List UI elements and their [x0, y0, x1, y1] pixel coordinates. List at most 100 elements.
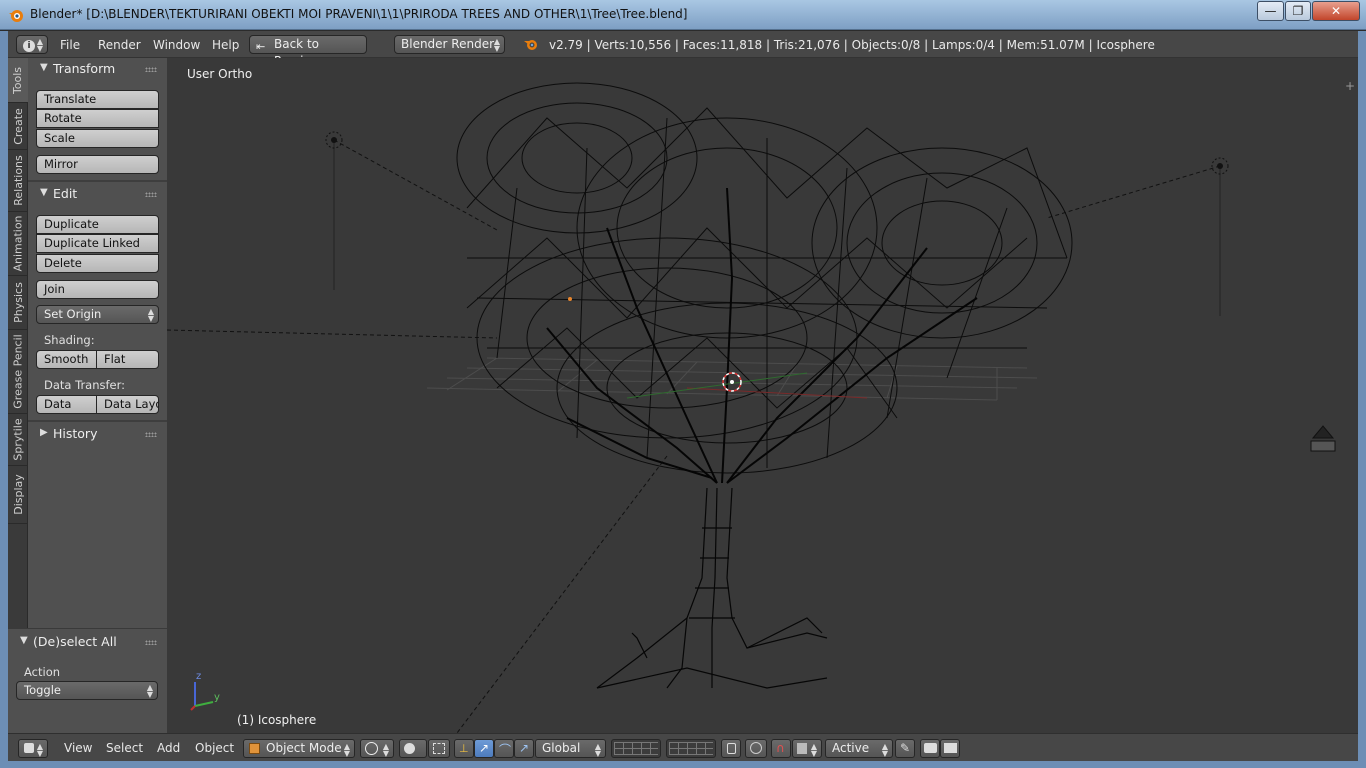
orientation-value: Global	[542, 741, 581, 755]
camera-icon[interactable]	[1310, 425, 1336, 452]
maximize-button[interactable]: ❐	[1285, 1, 1311, 21]
drag-grip-icon[interactable]	[145, 432, 157, 437]
minimize-button[interactable]: —	[1257, 1, 1284, 21]
expand-arrow-icon: ▶	[40, 427, 48, 438]
object-mode-icon	[249, 743, 260, 754]
menu-object[interactable]: Object	[195, 741, 234, 755]
operator-panel-header[interactable]: ▼ (De)select All	[8, 631, 167, 653]
edit-panel-header[interactable]: ▼ Edit	[28, 183, 167, 205]
pivot-point-select[interactable]	[399, 739, 427, 758]
3d-viewport[interactable]: + User Ortho (1) Icosphere z y	[167, 58, 1358, 733]
render-animation-button[interactable]	[940, 739, 960, 758]
tab-create[interactable]: Create	[8, 103, 28, 150]
editor-type-button[interactable]: i ▲ ▼	[16, 35, 48, 54]
tab-grease-pencil[interactable]: Grease Pencil	[8, 330, 28, 414]
menu-view[interactable]: View	[64, 741, 92, 755]
blender-logo-icon	[9, 10, 23, 22]
tab-sprytile[interactable]: Sprytile	[8, 414, 28, 466]
close-button[interactable]: ✕	[1312, 1, 1360, 21]
3d-cursor-icon[interactable]	[722, 372, 742, 392]
arrow-icon: ↗	[519, 741, 530, 755]
object-origin-dot	[568, 297, 572, 301]
proportional-icon	[750, 742, 762, 754]
menu-select[interactable]: Select	[106, 741, 143, 755]
chevron-updown-icon: ▲ ▼	[36, 37, 43, 53]
tree-canopy-wireframe	[456, 82, 1073, 474]
smooth-button[interactable]: Smooth	[36, 350, 97, 369]
scale-button[interactable]: Scale	[36, 129, 159, 148]
collapse-arrow-icon: ▼	[40, 187, 48, 198]
tab-animation[interactable]: Animation	[8, 212, 28, 276]
drag-grip-icon[interactable]	[145, 192, 157, 197]
tab-display[interactable]: Display	[8, 466, 28, 524]
view-name-label: User Ortho	[187, 67, 253, 81]
tab-tools[interactable]: Tools	[8, 58, 28, 103]
lock-layers-toggle[interactable]	[721, 739, 741, 758]
chevron-updown-icon: ▲ ▼	[881, 742, 888, 758]
manipulator-toggle[interactable]	[428, 739, 450, 758]
layers-group-1[interactable]	[611, 739, 661, 758]
transform-orientation-select[interactable]: Global ▲ ▼	[535, 739, 606, 758]
render-engine-value: Blender Render	[401, 37, 495, 51]
chevron-updown-icon: ▲ ▼	[147, 307, 154, 323]
editor-type-button[interactable]: ▲ ▼	[18, 739, 48, 758]
tab-relations[interactable]: Relations	[8, 150, 28, 212]
proportional-edit-toggle[interactable]	[745, 739, 767, 758]
menu-add[interactable]: Add	[157, 741, 180, 755]
data-layout-button[interactable]: Data Layo	[96, 395, 159, 414]
mirror-button[interactable]: Mirror	[36, 155, 159, 174]
info-icon: i	[23, 40, 35, 52]
arc-icon: ⌒	[499, 743, 512, 757]
snap-target-select[interactable]: Active ▲ ▼	[825, 739, 893, 758]
duplicate-button[interactable]: Duplicate	[36, 215, 159, 234]
data-transfer-button[interactable]: Data	[36, 395, 97, 414]
history-panel-header[interactable]: ▶ History	[28, 423, 167, 445]
x-axis-line	[686, 387, 868, 399]
rotate-manipulator-toggle[interactable]: ↗	[474, 739, 494, 758]
delete-button[interactable]: Delete	[36, 254, 159, 273]
menu-help[interactable]: Help	[212, 38, 239, 52]
magnet-icon: ∩	[776, 741, 785, 755]
action-dropdown[interactable]: Toggle ▲ ▼	[16, 681, 158, 700]
set-origin-dropdown[interactable]: Set Origin ▲ ▼	[36, 305, 159, 324]
collapse-arrow-icon: ▼	[40, 62, 48, 73]
translate-manipulator-toggle[interactable]: ⊥	[454, 739, 474, 758]
collapse-arrow-icon: ▼	[20, 635, 28, 646]
flat-button[interactable]: Flat	[96, 350, 159, 369]
chevron-updown-icon: ▲ ▼	[382, 742, 389, 758]
mode-select[interactable]: Object Mode ▲ ▼	[243, 739, 355, 758]
tab-sprytile-label: Sprytile	[11, 418, 25, 461]
add-region-icon[interactable]: +	[1345, 79, 1355, 93]
tab-physics[interactable]: Physics	[8, 276, 28, 330]
layers-group-2[interactable]	[666, 739, 716, 758]
3d-view-header: ▲ ▼ View Select Add Object Object Mode ▲ ▼…	[8, 733, 1358, 761]
render-engine-select[interactable]: Blender Render ▲ ▼	[394, 35, 505, 54]
axis-gizmo	[190, 682, 214, 711]
duplicate-linked-button[interactable]: Duplicate Linked	[36, 234, 159, 253]
snap-toggle[interactable]: ∩	[771, 739, 791, 758]
viewport-shading-select[interactable]: ▲ ▼	[360, 739, 394, 758]
join-button[interactable]: Join	[36, 280, 159, 299]
active-object-label: (1) Icosphere	[237, 713, 317, 727]
operator-panel: ▼ (De)select All Action Toggle ▲ ▼	[8, 628, 167, 733]
history-panel-title: History	[53, 426, 98, 441]
axis-z-label: z	[196, 671, 202, 682]
translate-button[interactable]: Translate	[36, 90, 159, 109]
lamp-vertical-lines	[333, 140, 1221, 316]
chevron-updown-icon: ▲ ▼	[810, 742, 817, 758]
back-to-previous-button[interactable]: ⇤ Back to Previous	[249, 35, 367, 68]
manipulator-option-toggle[interactable]: ↗	[514, 739, 534, 758]
rotate-button[interactable]: Rotate	[36, 109, 159, 128]
brush-icon: ✎	[900, 741, 911, 755]
snap-option-toggle[interactable]: ✎	[895, 739, 915, 758]
menu-file[interactable]: File	[60, 38, 80, 52]
transform-panel-header[interactable]: ▼ Transform	[28, 58, 167, 80]
drag-grip-icon[interactable]	[145, 67, 157, 72]
menu-window[interactable]: Window	[153, 38, 200, 52]
scale-manipulator-toggle[interactable]: ⌒	[494, 739, 514, 758]
menu-render[interactable]: Render	[98, 38, 141, 52]
snap-element-select[interactable]: ▲ ▼	[792, 739, 822, 758]
drag-grip-icon[interactable]	[145, 640, 157, 645]
render-still-button[interactable]	[920, 739, 940, 758]
chevron-updown-icon: ▲ ▼	[36, 742, 43, 758]
